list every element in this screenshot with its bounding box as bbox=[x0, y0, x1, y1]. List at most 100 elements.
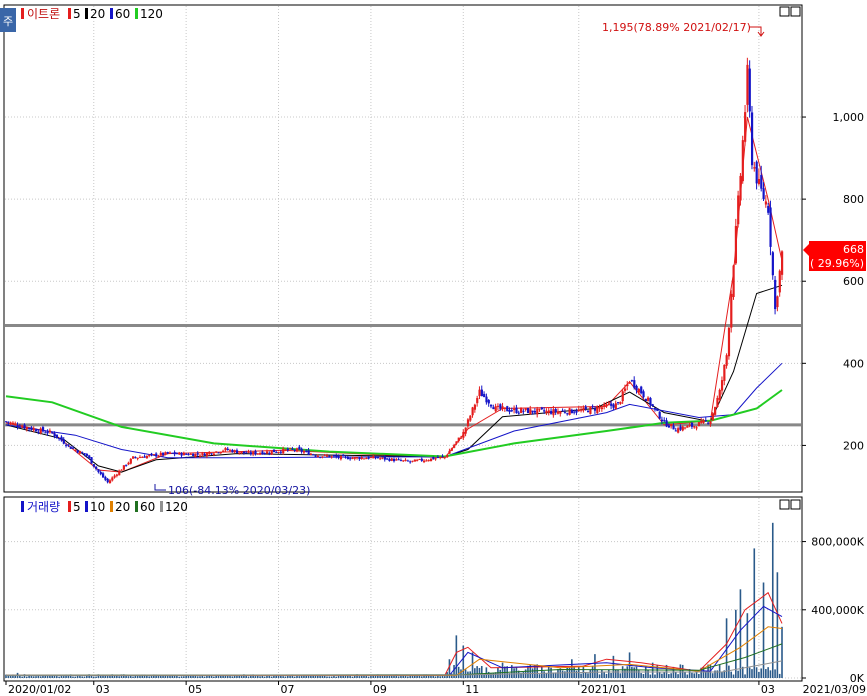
candle-body bbox=[282, 448, 285, 454]
volume-bar bbox=[206, 675, 208, 678]
volume-bar bbox=[765, 669, 767, 678]
candle-body bbox=[506, 406, 509, 412]
price-tick-label: 600 bbox=[843, 275, 864, 288]
candle-body bbox=[660, 419, 664, 422]
volume-bar bbox=[668, 674, 670, 678]
volume-bar bbox=[684, 671, 686, 678]
volume-close-button-icon[interactable] bbox=[790, 499, 801, 510]
volume-bar bbox=[90, 675, 93, 678]
candle-body bbox=[192, 453, 195, 457]
volume-bar bbox=[146, 675, 148, 678]
candle-body bbox=[51, 432, 54, 434]
stock-chart: 주 이트론 5 20 60 120 1,000 800 600 400 200 1,195(7… bbox=[0, 4, 866, 696]
candle-body bbox=[247, 451, 250, 453]
legend-label: 120 bbox=[165, 500, 188, 514]
candle-body bbox=[633, 380, 636, 388]
candle-body bbox=[492, 407, 495, 410]
volume-bar bbox=[432, 676, 435, 678]
candle-body bbox=[730, 293, 733, 328]
candle-body bbox=[397, 459, 400, 461]
volume-bar bbox=[603, 671, 605, 678]
candle-body bbox=[286, 448, 289, 451]
candle-body bbox=[457, 437, 460, 442]
candle-body bbox=[607, 404, 610, 406]
candle-body bbox=[365, 458, 368, 460]
volume-bar bbox=[460, 669, 462, 678]
volume-bar bbox=[564, 671, 566, 678]
candle-body bbox=[302, 451, 306, 453]
volume-bar bbox=[187, 675, 190, 678]
candle-body bbox=[65, 444, 68, 446]
candle-body bbox=[755, 161, 758, 184]
candle-body bbox=[30, 427, 33, 430]
candle-body bbox=[129, 458, 132, 464]
candle-body bbox=[219, 451, 222, 454]
candle-body bbox=[741, 140, 744, 182]
price-tick-label: 400 bbox=[843, 357, 864, 370]
candle-body bbox=[573, 411, 576, 413]
volume-bar bbox=[501, 662, 504, 678]
candle-body bbox=[390, 458, 393, 461]
candle-body bbox=[399, 460, 403, 462]
candle-body bbox=[637, 388, 641, 393]
candle-body bbox=[185, 453, 188, 455]
candle-body bbox=[591, 406, 594, 408]
candle-body bbox=[760, 175, 763, 189]
volume-bar bbox=[598, 674, 601, 678]
close-button-icon[interactable] bbox=[790, 6, 801, 17]
low-annotation: 106(-84.13% 2020/03/23) bbox=[168, 484, 310, 497]
candle-body bbox=[771, 252, 774, 276]
legend-marker bbox=[135, 501, 138, 512]
volume-bar bbox=[213, 676, 215, 678]
candle-body bbox=[469, 415, 472, 421]
volume-bar bbox=[330, 676, 333, 678]
volume-bar bbox=[515, 666, 518, 678]
volume-bar bbox=[129, 675, 132, 678]
candle-body bbox=[175, 453, 179, 455]
candle-body bbox=[28, 427, 31, 429]
candle-body bbox=[658, 411, 661, 419]
volume-bar bbox=[735, 609, 737, 678]
candle-body bbox=[623, 388, 627, 391]
candle-body bbox=[739, 175, 742, 201]
candle-body bbox=[162, 452, 165, 455]
candle-body bbox=[263, 452, 266, 454]
candle-body bbox=[443, 456, 447, 458]
candle-body bbox=[369, 457, 373, 459]
candle-body bbox=[614, 403, 617, 410]
legend-label: 10 bbox=[90, 500, 105, 514]
candle-body bbox=[490, 404, 493, 407]
volume-bar bbox=[575, 670, 578, 678]
volume-bar bbox=[67, 675, 70, 678]
volume-bar bbox=[753, 548, 756, 678]
volume-bar bbox=[280, 675, 282, 678]
maximize-button-icon[interactable] bbox=[779, 6, 790, 17]
volume-bar bbox=[229, 676, 231, 678]
volume-bar bbox=[19, 675, 21, 678]
candle-body bbox=[656, 410, 659, 412]
candle-body bbox=[681, 426, 684, 431]
volume-bar bbox=[691, 672, 693, 678]
candle-body bbox=[686, 425, 689, 428]
panel-toggle-glyph: 주 bbox=[3, 15, 13, 28]
candle-body bbox=[104, 476, 107, 480]
candle-body bbox=[423, 460, 426, 463]
candle-body bbox=[665, 420, 668, 427]
candle-body bbox=[238, 452, 241, 454]
candle-body bbox=[429, 458, 433, 462]
volume-maximize-button-icon[interactable] bbox=[779, 499, 790, 510]
volume-tick-label: 400,000K bbox=[811, 604, 864, 617]
candle-body bbox=[476, 398, 479, 404]
volume-bar bbox=[296, 675, 298, 678]
volume-bar bbox=[39, 676, 42, 678]
candle-body bbox=[275, 451, 278, 453]
candle-body bbox=[296, 448, 299, 452]
volume-bar bbox=[755, 667, 758, 678]
candle-body bbox=[277, 451, 280, 453]
candle-body bbox=[309, 453, 313, 455]
candle-body bbox=[349, 458, 352, 460]
legend-label: 5 bbox=[73, 7, 81, 21]
candle-body bbox=[543, 410, 546, 412]
volume-bar bbox=[277, 676, 280, 678]
candle-body bbox=[427, 460, 430, 462]
